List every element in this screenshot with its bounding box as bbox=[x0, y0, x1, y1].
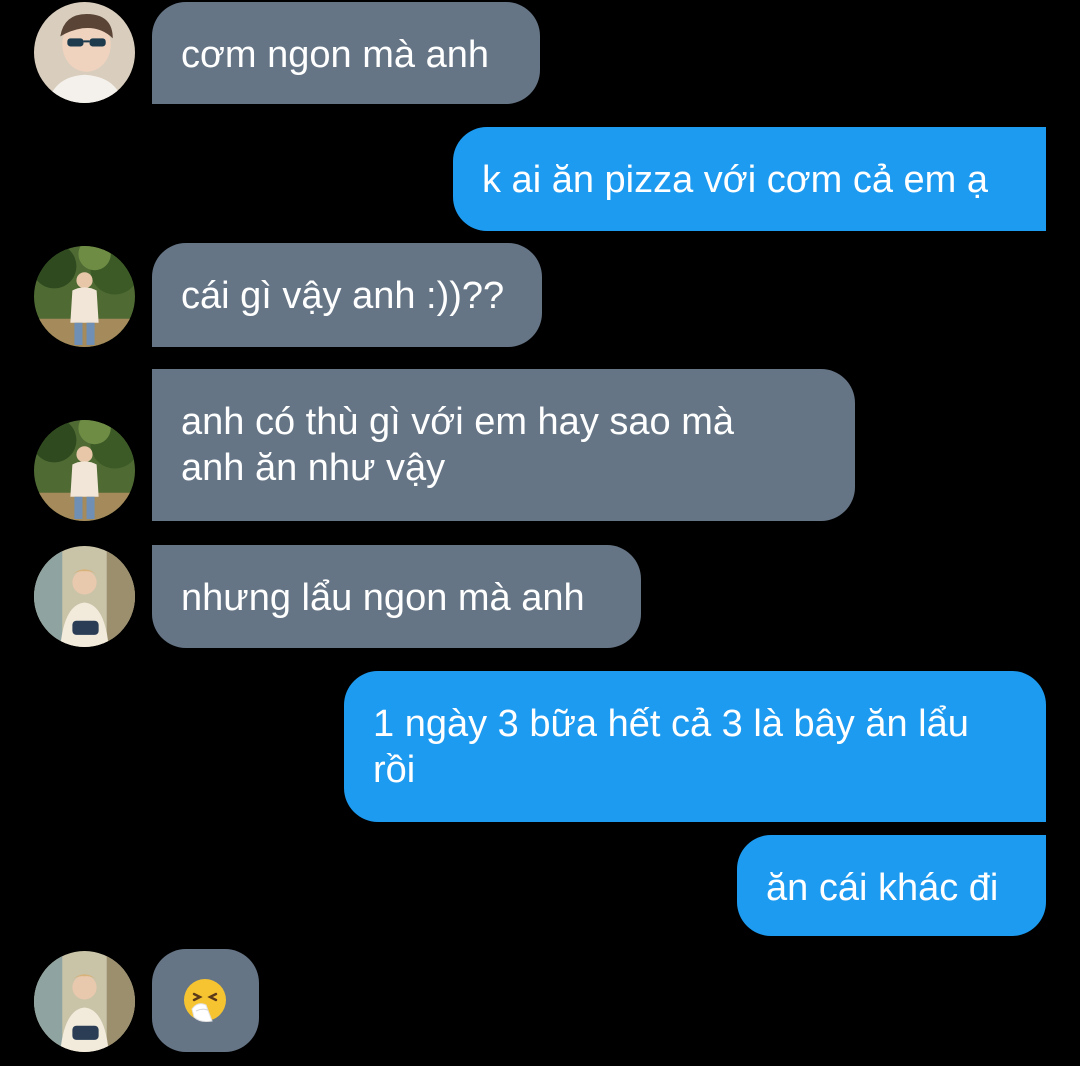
message-text-line-1: anh có thù gì với em hay sao mà bbox=[181, 401, 734, 443]
incoming-message-bubble[interactable]: cơm ngon mà anh bbox=[152, 2, 540, 104]
message-text: nhưng lẩu ngon mà anh bbox=[181, 577, 585, 619]
incoming-message-bubble[interactable]: cái gì vậy anh :))?? bbox=[152, 243, 542, 347]
outgoing-message-bubble[interactable]: ăn cái khác đi bbox=[737, 835, 1046, 936]
avatar[interactable] bbox=[34, 246, 135, 347]
avatar[interactable] bbox=[34, 546, 135, 647]
avatar-photo-forest bbox=[34, 420, 135, 521]
avatar[interactable] bbox=[34, 2, 135, 103]
outgoing-message-bubble[interactable]: 1 ngày 3 bữa hết cả 3 là bây ăn lẩu rồi bbox=[344, 671, 1046, 822]
message-text-line-2: rồi bbox=[373, 749, 416, 791]
message-text: k ai ăn pizza với cơm cả em ạ bbox=[482, 159, 989, 201]
incoming-emoji-bubble[interactable] bbox=[152, 949, 259, 1052]
avatar-photo-cafe bbox=[34, 546, 135, 647]
incoming-message-bubble[interactable]: nhưng lẩu ngon mà anh bbox=[152, 545, 641, 648]
message-text-line-1: 1 ngày 3 bữa hết cả 3 là bây ăn lẩu bbox=[373, 703, 969, 745]
outgoing-message-bubble[interactable]: k ai ăn pizza với cơm cả em ạ bbox=[453, 127, 1046, 231]
incoming-message-bubble[interactable]: anh có thù gì với em hay sao mà anh ăn n… bbox=[152, 369, 855, 521]
avatar-photo-sunglasses bbox=[34, 2, 135, 103]
message-text: cái gì vậy anh :))?? bbox=[181, 275, 505, 317]
message-text: ăn cái khác đi bbox=[766, 867, 999, 909]
avatar-photo-forest bbox=[34, 246, 135, 347]
avatar[interactable] bbox=[34, 420, 135, 521]
avatar-photo-cafe bbox=[34, 951, 135, 1052]
sneezing-face-icon bbox=[184, 979, 226, 1022]
avatar[interactable] bbox=[34, 951, 135, 1052]
message-text-line-2: anh ăn như vậy bbox=[181, 447, 446, 489]
message-text: cơm ngon mà anh bbox=[181, 34, 489, 76]
